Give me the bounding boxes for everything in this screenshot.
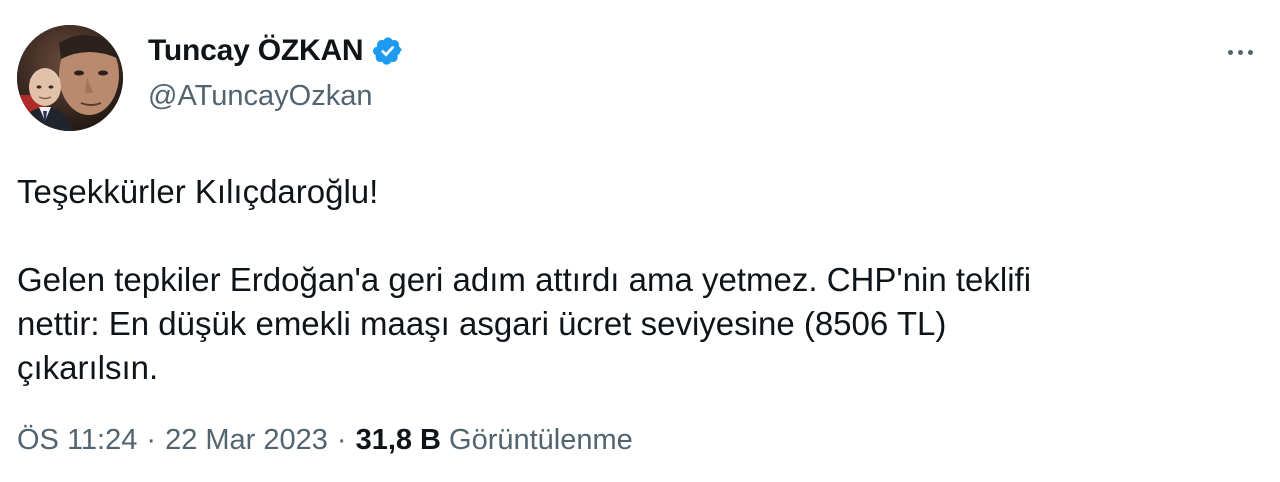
views-count: 31,8 B (355, 424, 442, 456)
profile-avatar[interactable] (17, 25, 123, 131)
tweet-time[interactable]: ÖS 11:24 (17, 424, 137, 457)
author-handle[interactable]: @ATuncayOzkan (148, 80, 372, 113)
more-dot (1227, 49, 1233, 55)
tweet-text: Teşekkürler Kılıçdaroğlu! Gelen tepkiler… (17, 170, 1237, 390)
tweet-meta: ÖS 11:24 · 22 Mar 2023 · 31,8 B Görüntül… (17, 424, 633, 457)
author-display-name[interactable]: Tuncay ÖZKAN (148, 34, 364, 68)
tweet-card: Tuncay ÖZKAN @ATuncayOzkan Teşekkürler K… (0, 0, 1280, 482)
more-dot (1237, 49, 1243, 55)
verified-badge-icon (372, 35, 404, 67)
more-dot (1247, 49, 1253, 55)
more-options-icon[interactable] (1220, 36, 1260, 68)
meta-separator: · (146, 424, 157, 456)
avatar-image (17, 25, 123, 131)
author-name-row: Tuncay ÖZKAN (148, 34, 404, 68)
tweet-paragraph: Gelen tepkiler Erdoğan'a geri adım attır… (17, 261, 1032, 386)
meta-separator: · (336, 424, 347, 456)
tweet-date[interactable]: 22 Mar 2023 (165, 424, 328, 457)
tweet-paragraph: Teşekkürler Kılıçdaroğlu! (17, 173, 379, 210)
views-label: Görüntülenme (449, 424, 633, 456)
